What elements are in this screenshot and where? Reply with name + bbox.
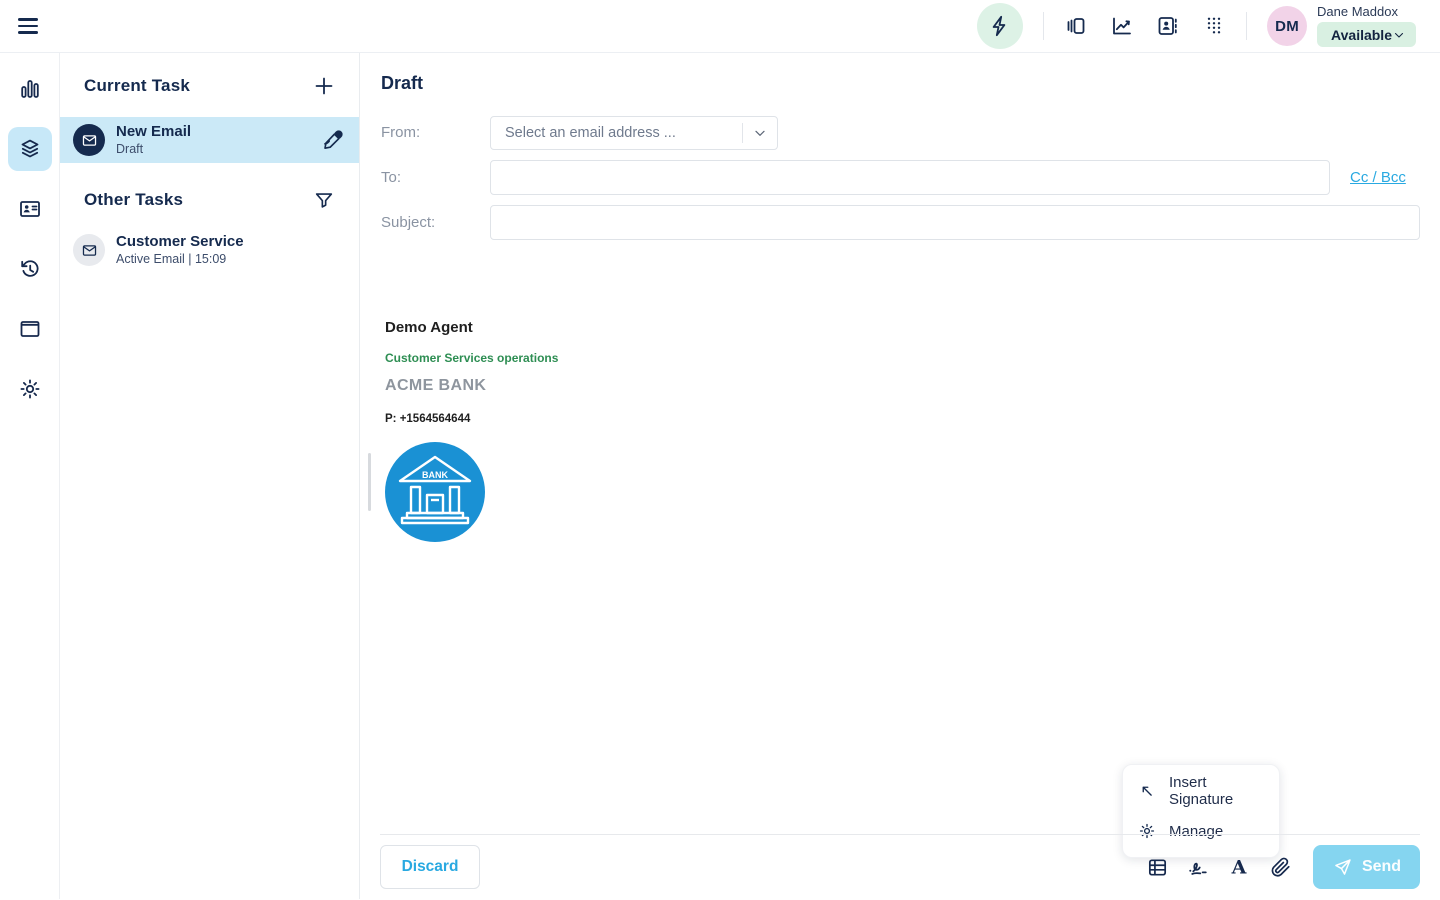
table-icon[interactable]	[1145, 855, 1169, 879]
layers-icon	[18, 137, 42, 161]
menu-item-insert-signature[interactable]: Insert Signature	[1123, 771, 1279, 811]
from-select[interactable]: Select an email address ...	[490, 116, 778, 150]
gear-icon	[1138, 822, 1156, 840]
menu-item-label: Insert Signature	[1169, 774, 1264, 808]
bar-chart-icon	[18, 77, 42, 101]
discard-button[interactable]: Discard	[380, 845, 480, 889]
status-dropdown[interactable]: Available	[1317, 22, 1416, 47]
sidebar-item-browser[interactable]	[8, 307, 52, 351]
envelope-icon	[81, 132, 98, 149]
user-name: Dane Maddox	[1317, 5, 1416, 19]
from-placeholder: Select an email address ...	[491, 125, 742, 141]
contact-card-icon	[18, 197, 42, 221]
history-icon	[18, 257, 42, 281]
signature-name: Demo Agent	[385, 319, 558, 336]
to-input[interactable]	[490, 160, 1330, 195]
analytics-icon[interactable]	[1110, 14, 1134, 38]
topbar-right-cluster: DM Dane Maddox Available	[977, 3, 1416, 49]
email-task-badge	[73, 124, 105, 156]
send-plane-icon	[1332, 857, 1353, 878]
page-title: Draft	[381, 73, 423, 94]
current-task-header: Current Task	[84, 76, 190, 96]
footer-divider	[380, 834, 1420, 835]
add-task-button[interactable]	[311, 73, 337, 99]
sidebar-item-directory[interactable]	[8, 187, 52, 231]
envelope-icon	[81, 242, 98, 259]
sidebar-item-history[interactable]	[8, 247, 52, 291]
signature-phone: P: +1564564644	[385, 413, 558, 425]
menu-icon[interactable]	[18, 13, 44, 39]
avatar-initials: DM	[1275, 18, 1299, 35]
filter-tasks-button[interactable]	[311, 187, 337, 213]
interactions-icon[interactable]	[1064, 14, 1088, 38]
divider	[1043, 12, 1044, 40]
chevron-down-icon	[1392, 28, 1406, 42]
email-body-signature[interactable]: Demo Agent Customer Services operations …	[385, 319, 558, 547]
task-title: New Email	[116, 124, 191, 140]
task-subtitle: Draft	[116, 142, 191, 156]
email-composer: Draft From: Select an email address ... …	[360, 53, 1440, 899]
svg-text:A: A	[1231, 857, 1247, 879]
task-item-new-email[interactable]: New Email Draft	[60, 117, 359, 163]
avatar[interactable]: DM	[1267, 6, 1307, 46]
plus-icon	[312, 74, 336, 98]
to-label: To:	[381, 160, 401, 195]
format-toolbar: A	[1145, 845, 1292, 889]
task-panel: Current Task New Email Draft Other Tasks	[60, 53, 360, 899]
signature-icon[interactable]	[1186, 855, 1210, 879]
send-button[interactable]: Send	[1313, 845, 1420, 889]
compose-icon[interactable]	[321, 128, 345, 152]
subject-input[interactable]	[490, 205, 1420, 240]
browser-icon	[18, 317, 42, 341]
email-task-badge	[73, 234, 105, 266]
other-tasks-header: Other Tasks	[84, 190, 183, 210]
sidebar-item-interactions[interactable]	[8, 127, 52, 171]
apps-icon[interactable]	[1202, 14, 1226, 38]
topbar: DM Dane Maddox Available	[0, 0, 1440, 53]
scrollbar-thumb[interactable]	[368, 453, 371, 511]
signature-context-menu: Insert Signature Manage	[1122, 764, 1280, 858]
cc-bcc-link[interactable]: Cc / Bcc	[1350, 160, 1406, 195]
divider	[1246, 12, 1247, 40]
paperclip-icon[interactable]	[1268, 855, 1292, 879]
menu-item-label: Manage	[1169, 823, 1223, 840]
from-label: From:	[381, 116, 420, 150]
task-subtitle: Active Email | 15:09	[116, 252, 244, 266]
bank-logo: BANK	[385, 442, 485, 542]
contacts-icon[interactable]	[1156, 14, 1180, 38]
task-title: Customer Service	[116, 234, 244, 250]
task-item-customer-service[interactable]: Customer Service Active Email | 15:09	[60, 227, 359, 273]
subject-label: Subject:	[381, 205, 435, 240]
settings-icon	[18, 377, 42, 401]
signature-company: ACME BANK	[385, 377, 558, 395]
font-icon[interactable]: A	[1227, 855, 1251, 879]
send-label: Send	[1362, 858, 1401, 876]
chevron-down-icon	[743, 125, 777, 141]
icon-sidebar	[0, 53, 60, 899]
arrow-up-left-icon	[1138, 782, 1156, 800]
flash-icon[interactable]	[977, 3, 1023, 49]
status-label: Available	[1331, 27, 1392, 43]
signature-department: Customer Services operations	[385, 351, 558, 365]
sidebar-item-settings[interactable]	[8, 367, 52, 411]
funnel-icon	[313, 189, 335, 211]
sidebar-item-dashboard[interactable]	[8, 67, 52, 111]
bank-logo-text: BANK	[422, 470, 448, 480]
